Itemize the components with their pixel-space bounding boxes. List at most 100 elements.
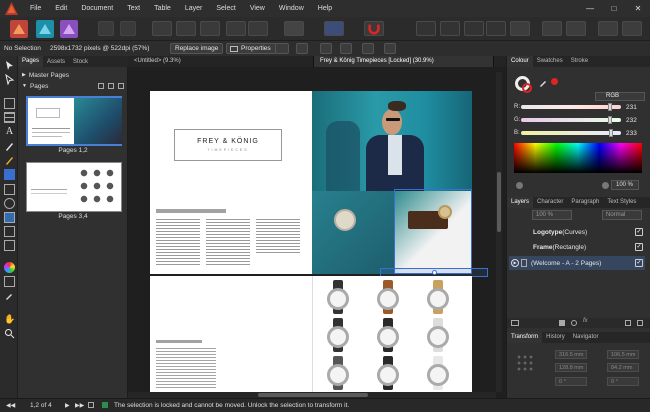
tab-text-styles[interactable]: Text Styles: [603, 197, 640, 208]
document-setup-icon[interactable]: [152, 21, 172, 36]
tab-swatches[interactable]: Swatches: [533, 56, 567, 67]
close-icon[interactable]: ✕: [626, 4, 650, 13]
page-3[interactable]: [150, 276, 312, 396]
watch-image[interactable]: [427, 356, 449, 390]
menu-view[interactable]: View: [250, 5, 265, 12]
colour-wheel-icon[interactable]: [551, 78, 558, 85]
watch-image[interactable]: [427, 318, 449, 352]
maximize-icon[interactable]: □: [602, 4, 626, 13]
pencil-tool-icon[interactable]: [4, 155, 15, 166]
scale-to-fit-icon[interactable]: [340, 43, 352, 54]
text-wrap-icon[interactable]: [324, 21, 344, 36]
distribute-icon[interactable]: [248, 21, 268, 36]
spread-thumbnail-2[interactable]: [26, 162, 122, 212]
tab-history[interactable]: History: [542, 332, 569, 343]
place-image-tool-icon[interactable]: [4, 212, 15, 223]
tab-colour[interactable]: Colour: [507, 56, 533, 67]
shear-field[interactable]: 0 °: [607, 377, 639, 386]
page-1[interactable]: FREY & KÖNIG TIMEPIECES: [150, 91, 312, 274]
zoom-tool-icon[interactable]: [4, 328, 15, 339]
tab-stock[interactable]: Stock: [69, 59, 92, 65]
picture-frame-rectangle-tool-icon[interactable]: [4, 184, 15, 195]
photo-persona-icon[interactable]: [60, 20, 78, 38]
layer-visibility-checkbox[interactable]: ✓: [635, 259, 643, 267]
r-value[interactable]: 231: [626, 104, 637, 111]
colour-spectrum[interactable]: [514, 143, 642, 173]
text-frame-icon[interactable]: [200, 21, 220, 36]
fill-tool-icon[interactable]: [4, 169, 15, 180]
add-page-icon[interactable]: [98, 83, 104, 89]
hand-tool-icon[interactable]: ✋: [4, 314, 15, 325]
watch-image[interactable]: [327, 356, 349, 390]
boolean-add-icon[interactable]: [510, 21, 530, 36]
tab-transform[interactable]: Transform: [507, 332, 543, 343]
table-tool-icon[interactable]: [4, 112, 15, 123]
next-page-icon[interactable]: ▶: [65, 402, 70, 409]
document-canvas[interactable]: <Untitled> (9.3%) Frey & König Timepiece…: [128, 56, 506, 398]
mask-icon[interactable]: [559, 320, 565, 326]
colour-picker-tool-icon[interactable]: [4, 262, 15, 273]
node-tool-icon[interactable]: [4, 74, 15, 85]
arrange-icon[interactable]: [486, 21, 506, 36]
b-value[interactable]: 233: [626, 130, 637, 137]
preflight-icon[interactable]: [284, 21, 304, 36]
tab-stroke[interactable]: Stroke: [567, 56, 592, 67]
g-slider-handle[interactable]: [608, 116, 613, 124]
prev-first-icon[interactable]: ◀◀: [6, 402, 15, 409]
menu-window[interactable]: Window: [279, 5, 304, 12]
tab-assets[interactable]: Assets: [43, 59, 69, 65]
publisher-persona-icon[interactable]: [10, 20, 28, 38]
layer-visibility-checkbox[interactable]: ✓: [635, 228, 643, 236]
blend-mode-select[interactable]: Normal: [602, 210, 642, 220]
eyedropper-tool-icon[interactable]: [4, 290, 15, 301]
tab-frey-koenig[interactable]: Frey & König Timepieces [Locked] (30.9%): [314, 56, 494, 67]
tab-navigator[interactable]: Navigator: [569, 332, 603, 343]
menu-help[interactable]: Help: [318, 5, 332, 12]
layer-row-welcome[interactable]: ▶ (Welcome - A - 2 Pages) ✓: [509, 256, 645, 270]
selection-frame[interactable]: [394, 189, 472, 274]
menu-edit[interactable]: Edit: [55, 5, 67, 12]
r-slider[interactable]: [521, 103, 621, 111]
stroke-swatch-icon[interactable]: [522, 83, 532, 93]
layer-row-logotype[interactable]: Logotype (Curves) ✓: [515, 225, 645, 239]
layer-stack-icon[interactable]: [511, 320, 519, 326]
frame-text-tool-icon[interactable]: [4, 98, 15, 109]
g-value[interactable]: 232: [626, 117, 637, 124]
watch-image[interactable]: [327, 280, 349, 314]
tab-paragraph[interactable]: Paragraph: [567, 197, 603, 208]
delete-page-icon[interactable]: [108, 83, 114, 89]
g-slider[interactable]: [521, 116, 621, 124]
spread-setup-icon[interactable]: [176, 21, 196, 36]
b-slider-handle[interactable]: [608, 129, 613, 137]
image-mask-icon[interactable]: [275, 43, 289, 54]
insert-image-icon[interactable]: [440, 21, 460, 36]
anchor-point-selector[interactable]: [516, 354, 533, 371]
designer-persona-icon[interactable]: [36, 20, 54, 38]
pen-tool-icon[interactable]: [4, 141, 15, 152]
adjustment-icon[interactable]: [571, 320, 577, 326]
layer-opacity-field[interactable]: 100 %: [532, 210, 572, 220]
height-field[interactable]: 84.2 mm: [607, 363, 639, 372]
move-tool-icon[interactable]: [4, 60, 15, 71]
vertical-scroll-thumb[interactable]: [497, 172, 501, 232]
rotation-handle[interactable]: [432, 270, 437, 275]
pages-section[interactable]: ▼ Pages: [18, 81, 128, 91]
tab-character[interactable]: Character: [533, 197, 567, 208]
width-field[interactable]: 106.5 mm: [607, 350, 639, 359]
page-4[interactable]: [312, 276, 472, 396]
stretch-icon[interactable]: [384, 43, 396, 54]
page-options-icon[interactable]: [118, 83, 124, 89]
watch-photo-left[interactable]: [312, 191, 394, 274]
b-slider[interactable]: [521, 129, 621, 137]
menu-select[interactable]: Select: [216, 5, 235, 12]
tab-layers[interactable]: Layers: [507, 197, 534, 208]
boolean-divide-icon[interactable]: [622, 21, 642, 36]
page-2[interactable]: [312, 91, 472, 274]
menu-table[interactable]: Table: [154, 5, 171, 12]
tab-untitled[interactable]: <Untitled> (9.3%): [128, 56, 314, 67]
scale-to-fill-icon[interactable]: [362, 43, 374, 54]
picture-frame-ellipse-tool-icon[interactable]: [4, 198, 15, 209]
horizontal-scroll-thumb[interactable]: [258, 393, 368, 397]
crop-icon[interactable]: [296, 43, 308, 54]
snapping-icon[interactable]: [364, 21, 384, 36]
